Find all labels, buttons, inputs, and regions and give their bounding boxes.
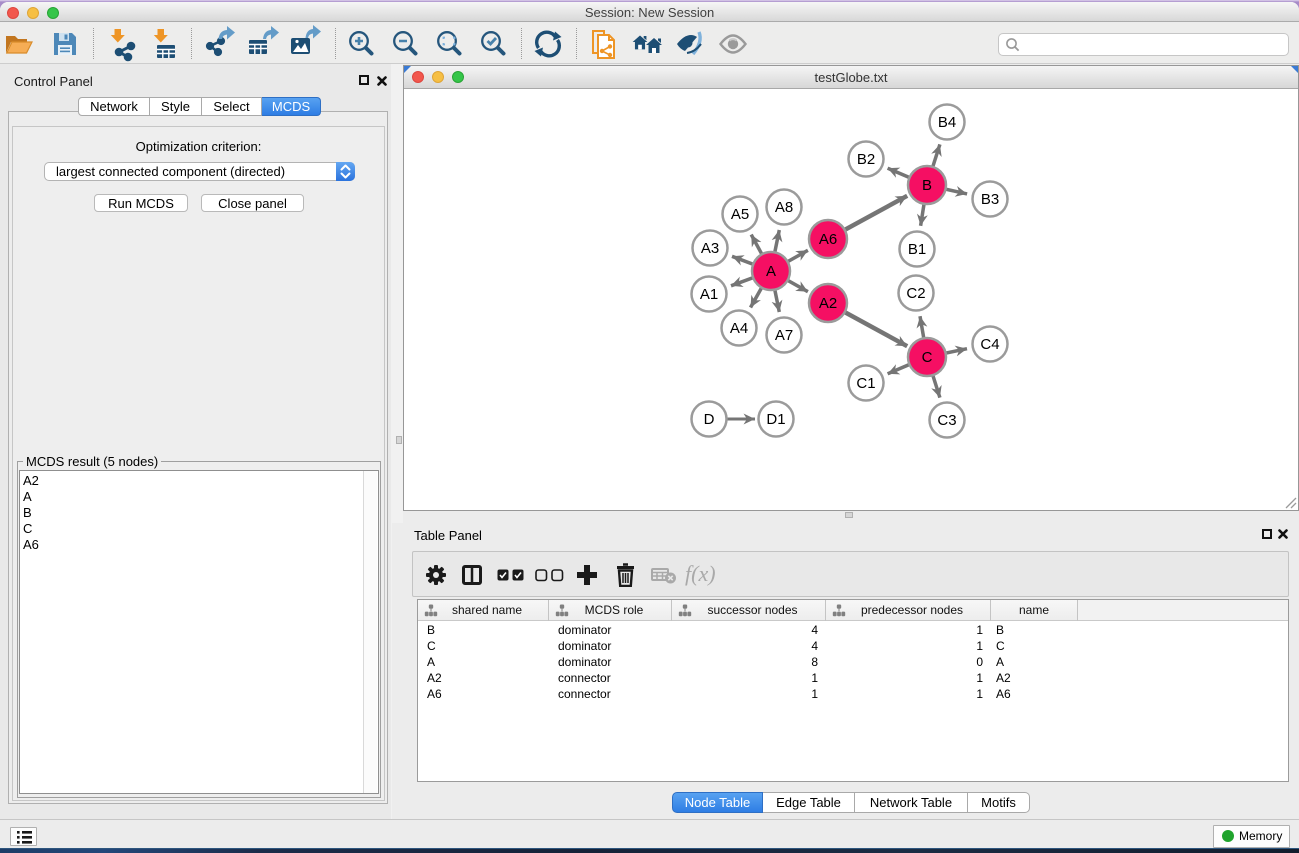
svg-text:C4: C4 [980, 336, 999, 353]
svg-text:A8: A8 [775, 199, 793, 216]
svg-text:B1: B1 [908, 241, 926, 258]
svg-text:C3: C3 [937, 412, 956, 429]
svg-text:A: A [766, 263, 776, 280]
svg-text:A1: A1 [700, 286, 718, 303]
svg-text:D: D [704, 411, 715, 428]
svg-text:B4: B4 [938, 114, 956, 131]
svg-text:A2: A2 [819, 295, 837, 312]
svg-text:A5: A5 [731, 206, 749, 223]
svg-text:A3: A3 [701, 240, 719, 257]
svg-text:B2: B2 [857, 151, 875, 168]
svg-text:A7: A7 [775, 327, 793, 344]
svg-text:C1: C1 [856, 375, 875, 392]
svg-text:B3: B3 [981, 191, 999, 208]
svg-text:C2: C2 [906, 285, 925, 302]
svg-text:A6: A6 [819, 231, 837, 248]
svg-text:A4: A4 [730, 320, 748, 337]
svg-text:D1: D1 [766, 411, 785, 428]
svg-text:B: B [922, 177, 932, 194]
svg-text:C: C [922, 349, 933, 366]
